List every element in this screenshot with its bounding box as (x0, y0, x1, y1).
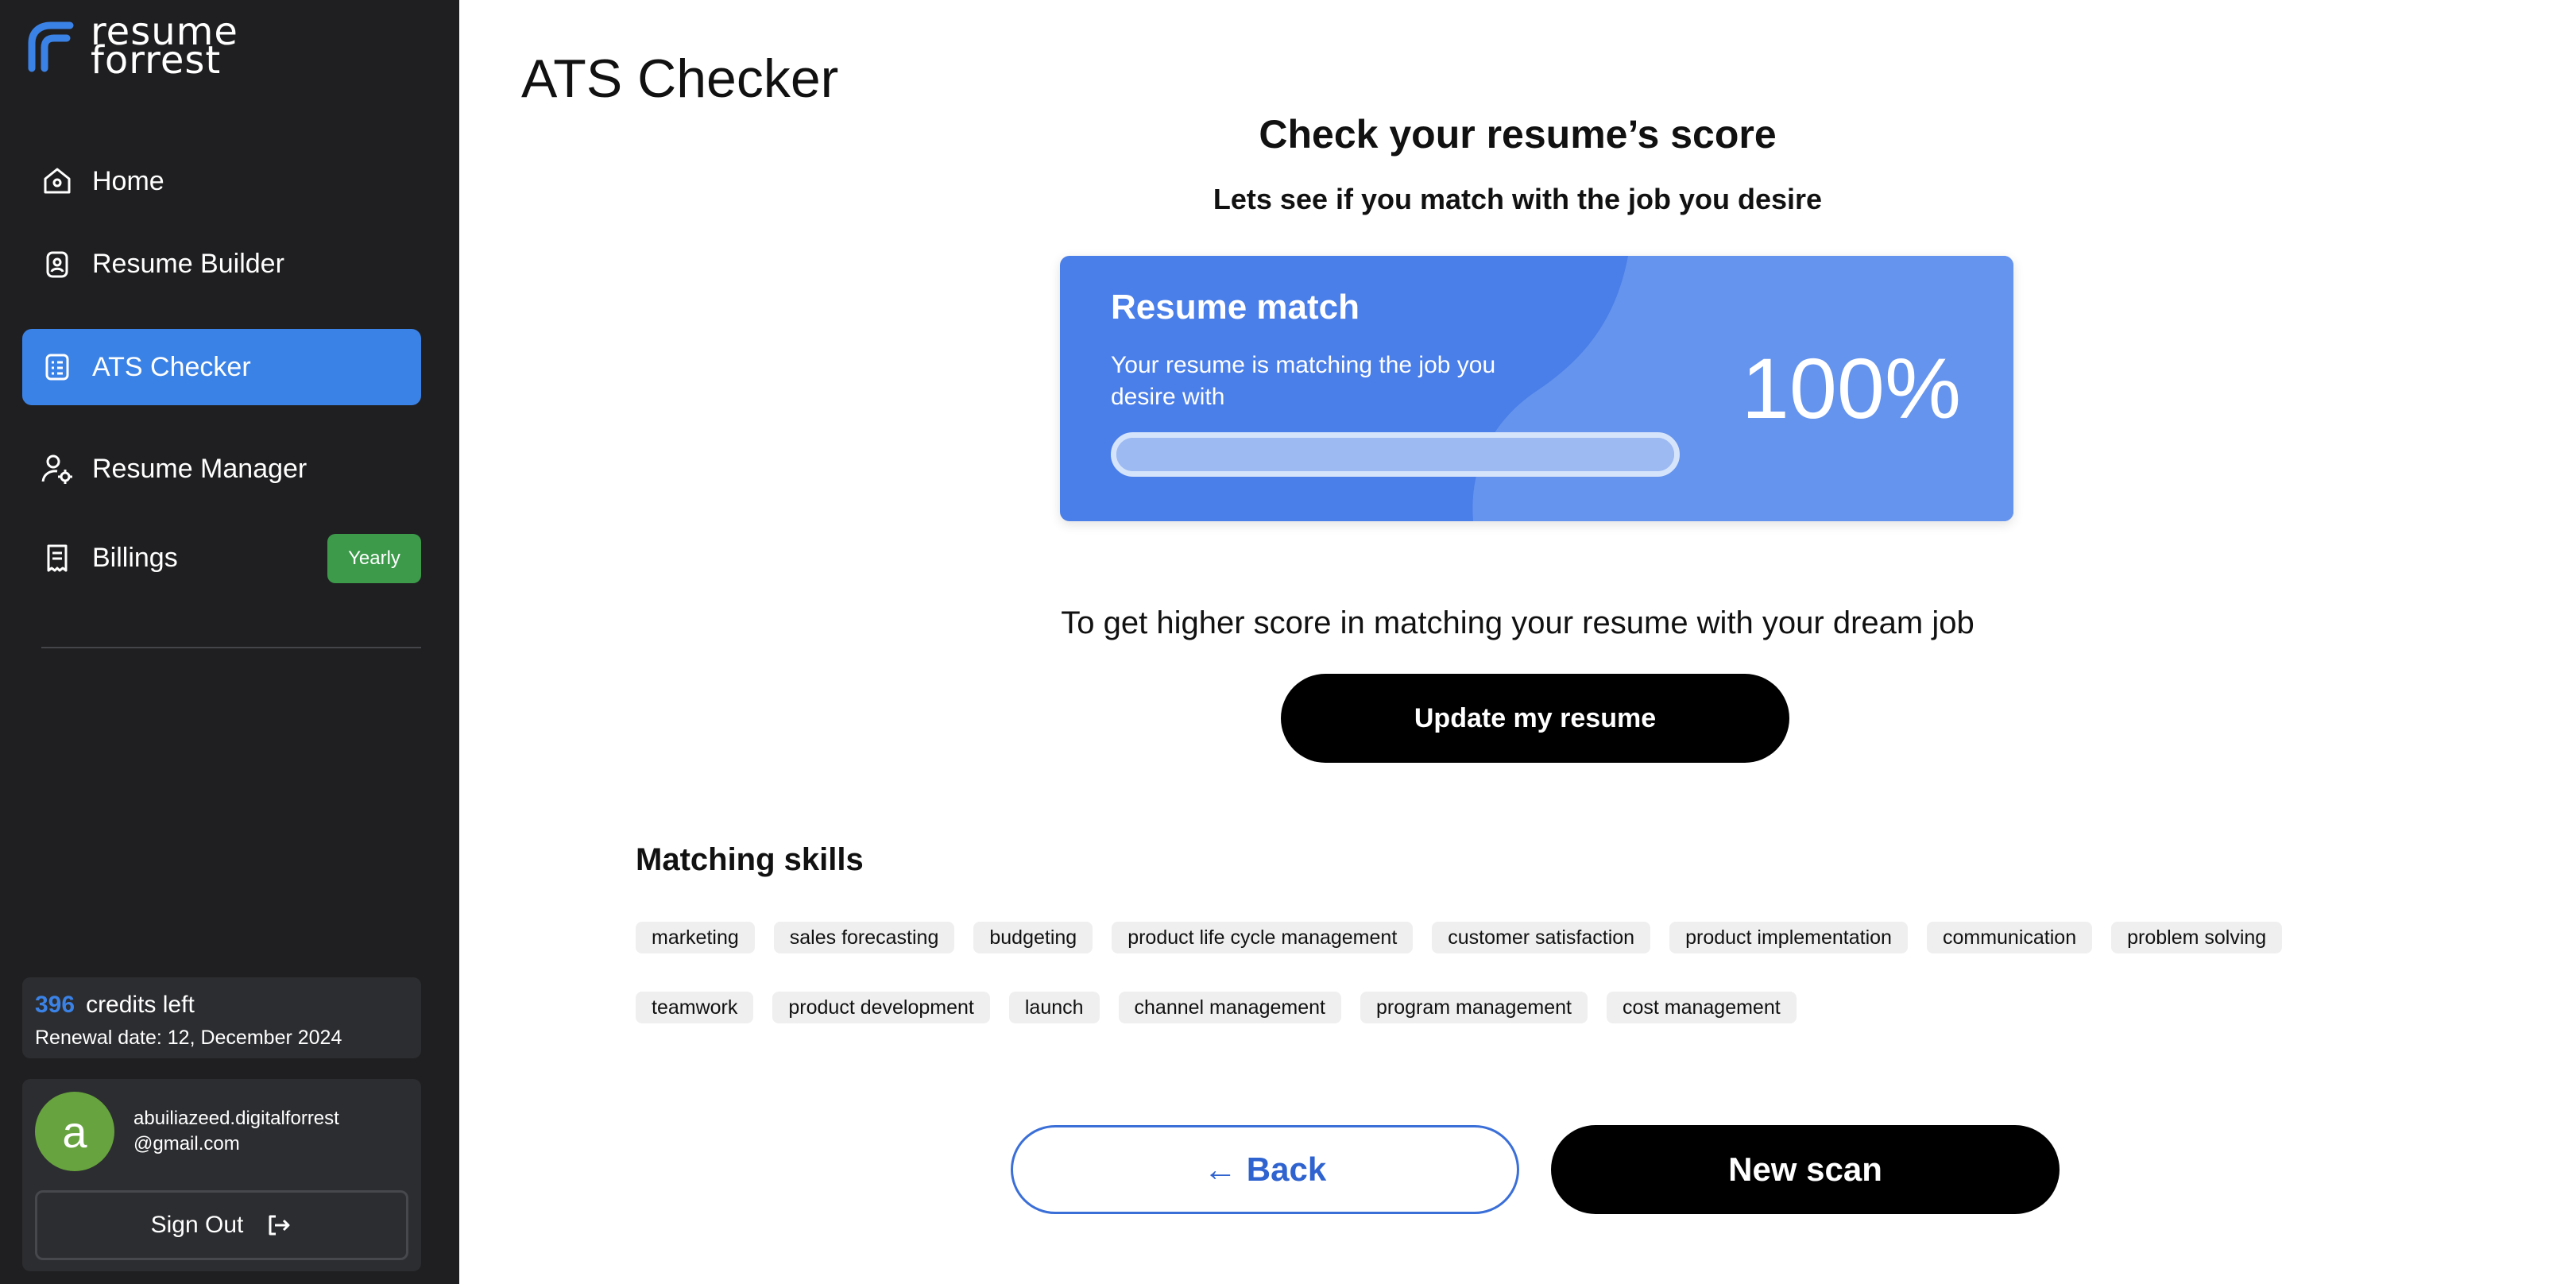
brand-logo[interactable]: resume forrest (21, 13, 238, 83)
credits-line: 396 credits left (35, 992, 408, 1019)
page-title: ATS Checker (521, 48, 839, 109)
skill-chip: budgeting (973, 922, 1093, 953)
brand-line2: forrest (91, 38, 222, 83)
score-heading: Check your resume’s score (1259, 112, 1777, 157)
match-progress-fill (1116, 438, 1674, 471)
sidebar: resume forrest Home Resume Builder ATS C… (0, 0, 459, 1284)
plan-badge: Yearly (327, 534, 421, 583)
logo-mark-icon (28, 21, 74, 72)
user-card: a abuiliazeed.digitalforrest @gmail.com … (22, 1079, 421, 1271)
sidebar-item-label: Resume Builder (92, 248, 284, 279)
skill-chip: product implementation (1669, 922, 1908, 953)
sidebar-item-label: Resume Manager (92, 453, 307, 484)
skill-chip: customer satisfaction (1432, 922, 1651, 953)
skill-chip: communication (1926, 922, 2093, 953)
user-email: abuiliazeed.digitalforrest @gmail.com (133, 1106, 339, 1157)
skills-row: teamwork product development launch channel… (636, 992, 1797, 1023)
improve-tip: To get higher score in matching your res… (1061, 605, 1975, 640)
avatar: a (35, 1092, 114, 1171)
skill-chip: marketing (636, 922, 755, 953)
sign-out-label: Sign Out (150, 1212, 244, 1238)
checklist-icon (40, 350, 75, 385)
sidebar-item-label: Billings (92, 542, 178, 573)
brand-wordmark: resume forrest (91, 13, 238, 83)
back-button[interactable]: ← Back (1011, 1125, 1519, 1214)
home-icon (40, 164, 75, 199)
sign-out-icon (269, 1215, 290, 1236)
credits-count: 396 (35, 992, 75, 1018)
credits-panel: 396 credits left Renewal date: 12, Decemb… (22, 977, 421, 1058)
user-email-line2: @gmail.com (133, 1133, 240, 1154)
update-resume-button[interactable]: Update my resume (1281, 674, 1789, 763)
skill-chip: sales forecasting (773, 922, 955, 953)
receipt-icon (40, 540, 75, 575)
badge-icon (40, 246, 75, 281)
user-gear-icon (40, 451, 75, 486)
sidebar-item-resume-builder[interactable]: Resume Builder (22, 226, 421, 302)
skill-chip: teamwork (636, 992, 754, 1023)
credits-label: credits left (86, 992, 195, 1018)
score-subheading: Lets see if you match with the job you d… (1213, 183, 1823, 215)
user-email-line1: abuiliazeed.digitalforrest (133, 1108, 339, 1129)
sign-out-button[interactable]: Sign Out (35, 1190, 408, 1260)
resume-match-card: Resume match Your resume is matching the… (1060, 256, 2013, 521)
matching-skills-title: Matching skills (636, 842, 864, 877)
skill-chip: cost management (1606, 992, 1797, 1023)
sidebar-divider (41, 647, 421, 648)
sidebar-item-label: Home (92, 165, 164, 196)
match-percentage: 100% (1741, 340, 1961, 436)
sidebar-item-home[interactable]: Home (22, 143, 421, 219)
new-scan-button[interactable]: New scan (1551, 1125, 2060, 1214)
skill-chip: product development (772, 992, 990, 1023)
resume-match-title: Resume match (1111, 288, 1360, 327)
skill-chip: channel management (1118, 992, 1341, 1023)
arrow-left-icon: ← (1203, 1151, 1237, 1188)
back-label: Back (1246, 1151, 1327, 1188)
sidebar-item-label: ATS Checker (92, 351, 251, 382)
skill-chip: problem solving (2111, 922, 2283, 953)
match-progress-bar (1111, 432, 1680, 477)
skill-chip: program management (1360, 992, 1588, 1023)
sidebar-item-resume-manager[interactable]: Resume Manager (22, 431, 421, 507)
renewal-date: Renewal date: 12, December 2024 (35, 1027, 342, 1049)
skill-chip: launch (1008, 992, 1100, 1023)
skills-row: marketing sales forecasting budgeting produ… (636, 922, 2283, 953)
sidebar-item-ats-checker[interactable]: ATS Checker (22, 329, 421, 405)
skill-chip: product life cycle management (1112, 922, 1414, 953)
sidebar-item-billings[interactable]: Billings Yearly (22, 520, 421, 596)
resume-match-description: Your resume is matching the job you desi… (1111, 352, 1496, 410)
